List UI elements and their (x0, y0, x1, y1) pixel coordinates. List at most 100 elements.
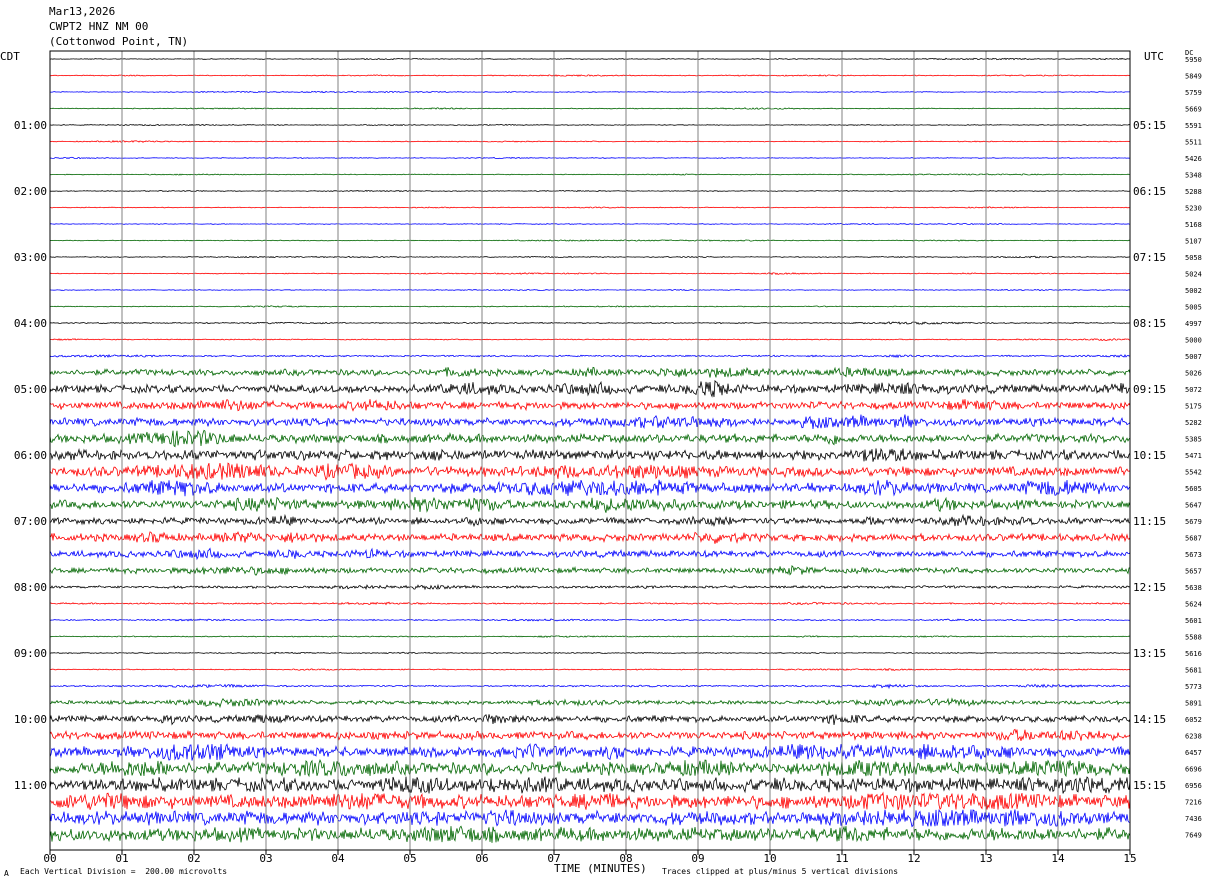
left-hour-label: 01:00 (14, 119, 47, 132)
trace-line-25 (49, 462, 1131, 481)
dc-offset-label: 5673 (1185, 551, 1202, 559)
trace-line-26 (49, 479, 1131, 497)
x-tick-label-09: 09 (691, 852, 704, 865)
dc-offset-label: 5000 (1185, 337, 1202, 345)
right-hour-label: 08:15 (1133, 317, 1166, 330)
trace-line-5 (49, 140, 1130, 143)
left-hour-label: 04:00 (14, 317, 47, 330)
dc-offset-label: 5624 (1185, 601, 1202, 609)
dc-offset-label: 5669 (1185, 106, 1202, 114)
dc-offset-label: 6052 (1185, 716, 1202, 724)
dc-offset-label: 5426 (1185, 155, 1202, 163)
right-hour-label: 06:15 (1133, 185, 1166, 198)
dc-offset-label: 7216 (1185, 799, 1202, 807)
plot-frame (49, 50, 1131, 851)
scale-note: Each Vertical Division = 200.00 microvol… (20, 867, 228, 876)
station-location: (Cottonwod Point, TN) (49, 35, 189, 48)
x-tick-label-11: 11 (835, 852, 848, 865)
dc-offset-label: 6238 (1185, 733, 1202, 741)
trace-line-9 (49, 206, 1131, 209)
trace-line-21 (49, 399, 1131, 412)
dc-offset-label: 5616 (1185, 650, 1202, 658)
trace-line-3 (49, 107, 1131, 110)
trace-line-47 (49, 825, 1131, 843)
trace-line-36 (49, 651, 1131, 655)
dc-offset-label: 5348 (1185, 172, 1202, 180)
left-hour-label: 09:00 (14, 647, 47, 660)
trace-line-15 (50, 305, 1131, 308)
dc-offset-label: 5679 (1185, 518, 1202, 526)
trace-line-34 (49, 618, 1131, 622)
trace-line-41 (49, 728, 1131, 742)
dc-offset-label: 6696 (1185, 766, 1202, 774)
dc-offset-label: 5107 (1185, 238, 1202, 246)
right-hour-label: 10:15 (1133, 449, 1166, 462)
dc-offset-label: 5638 (1185, 584, 1202, 592)
trace-line-23 (49, 429, 1131, 448)
trace-line-27 (49, 496, 1131, 513)
trace-line-8 (49, 189, 1131, 193)
trace-line-35 (49, 635, 1131, 638)
corner-mark: A (4, 869, 9, 878)
left-hour-label: 10:00 (14, 713, 47, 726)
right-hour-label: 11:15 (1133, 515, 1166, 528)
trace-line-14 (49, 288, 1131, 292)
dc-offset-label: 5950 (1185, 56, 1202, 64)
dc-offset-label: 5072 (1185, 386, 1202, 394)
dc-offset-label: 5385 (1185, 436, 1202, 444)
right-hour-label: 12:15 (1133, 581, 1166, 594)
trace-line-12 (49, 255, 1131, 259)
trace-line-16 (49, 321, 1131, 325)
dc-offset-label: 5773 (1185, 683, 1202, 691)
left-hour-label: 02:00 (14, 185, 47, 198)
dc-offset-label: 5002 (1185, 287, 1202, 295)
trace-line-10 (49, 222, 1130, 225)
trace-line-18 (49, 353, 1131, 359)
chart-date: Mar13,2026 (49, 5, 116, 18)
right-hour-label: 13:15 (1133, 647, 1166, 660)
trace-line-40 (49, 713, 1131, 726)
trace-line-38 (50, 683, 1131, 690)
right-hour-labels: 05:15 06:15 07:15 08:15 09:15 10:15 11:15 12:15… (1133, 119, 1166, 792)
dc-offset-label: 5849 (1185, 73, 1202, 81)
trace-line-44 (49, 776, 1131, 794)
right-hour-label: 07:15 (1133, 251, 1166, 264)
dc-offset-label: 5588 (1185, 634, 1202, 642)
left-hour-label: 05:00 (14, 383, 47, 396)
trace-line-30 (49, 547, 1131, 561)
helicorder-chart: 00 01 02 03 04 05 06 07 08 09 10 11 12 13 14 15 01:0002… (14, 50, 1202, 865)
x-tick-label-12: 12 (907, 852, 920, 865)
trace-line-1 (49, 74, 1131, 77)
trace-line-11 (49, 239, 1131, 242)
trace-line-29 (49, 531, 1131, 545)
trace-line-31 (49, 564, 1131, 576)
x-tick-label-13: 13 (979, 852, 992, 865)
x-tick-label-06: 06 (475, 852, 488, 865)
trace-line-28 (49, 513, 1131, 528)
dc-offset-label: 5542 (1185, 469, 1202, 477)
trace-line-39 (49, 697, 1131, 709)
trace-line-6 (49, 156, 1131, 160)
trace-line-33 (49, 601, 1131, 606)
clip-note: Traces clipped at plus/minus 5 vertical … (662, 867, 899, 876)
left-hour-label: 06:00 (14, 449, 47, 462)
dc-offset-label: 5471 (1185, 452, 1202, 460)
trace-line-22 (49, 414, 1131, 429)
right-hour-label: 14:15 (1133, 713, 1166, 726)
left-hour-label: 11:00 (14, 779, 47, 792)
left-hour-label: 03:00 (14, 251, 47, 264)
left-hour-labels: 01:00 02:00 03:00 04:00 05:00 06:00 07:00 08:00… (14, 119, 47, 792)
dc-offset-labels: 5950 5849 5759 5669 5591 5511 5426 5348 5288 5230… (1185, 56, 1202, 840)
dc-offset-label: 5657 (1185, 568, 1202, 576)
dc-offset-label: 5058 (1185, 254, 1202, 262)
dc-offset-label: 4997 (1185, 320, 1202, 328)
trace-line-32 (49, 583, 1131, 591)
dc-offset-label: 5230 (1185, 205, 1202, 213)
trace-line-45 (49, 791, 1131, 811)
x-axis-title: TIME (MINUTES) (554, 862, 647, 875)
dc-offset-label: 5647 (1185, 502, 1202, 510)
dc-offset-label: 5026 (1185, 370, 1202, 378)
dc-offset-label: 5288 (1185, 188, 1202, 196)
dc-offset-label: 5891 (1185, 700, 1202, 708)
dc-offset-label: 5005 (1185, 304, 1202, 312)
